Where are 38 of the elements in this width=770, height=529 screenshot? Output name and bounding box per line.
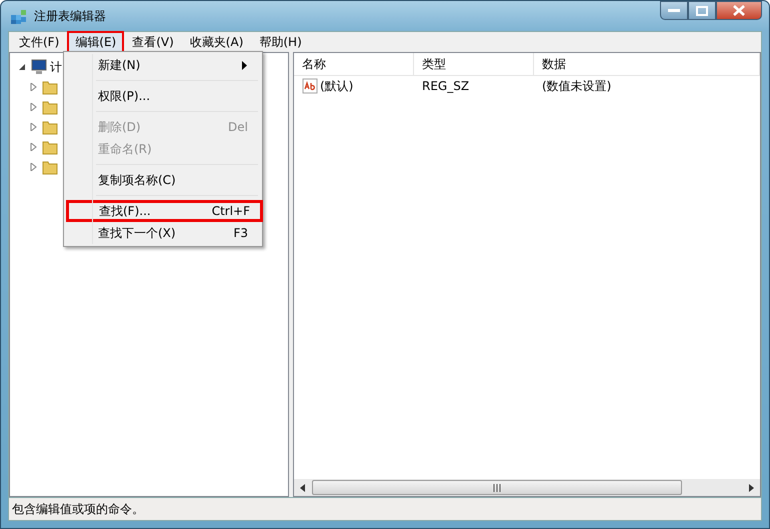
minimize-button[interactable] [660, 1, 688, 20]
minimize-icon [668, 8, 680, 12]
table-cell: (默认) [320, 78, 354, 94]
column-header[interactable]: 数据 [534, 53, 760, 75]
expand-toggle[interactable] [18, 63, 28, 71]
tree-item-label[interactable]: 计 [50, 58, 62, 76]
close-button[interactable] [716, 1, 762, 20]
computer-icon [30, 59, 48, 75]
folder-icon[interactable] [42, 99, 58, 115]
menu-item[interactable]: 新建(N) [66, 54, 260, 76]
menu-bar-item[interactable]: 收藏夹(A) [182, 30, 252, 54]
folder-icon[interactable] [42, 159, 58, 175]
menu-item[interactable]: 查找(F)... Ctrl+F [66, 200, 263, 222]
column-header[interactable]: 类型 [414, 53, 534, 75]
table-cell-text: REG_SZ [421, 79, 470, 93]
status-text: 包含编辑值或项的命令。 [12, 500, 144, 518]
menu-item[interactable]: 复制项名称(C) [66, 169, 260, 191]
column-header[interactable]: 名称 [294, 53, 414, 75]
scroll-right-icon[interactable] [746, 482, 756, 492]
scroll-left-icon[interactable] [298, 482, 308, 492]
folder-icon[interactable] [42, 79, 58, 95]
menu-item[interactable]: 查找下一个(X) F3 [66, 222, 260, 244]
cubes-icon [10, 7, 28, 25]
menu-bar-item[interactable]: 帮助(H) [251, 30, 310, 54]
grip-icon [492, 484, 502, 492]
horizontal-scrollbar[interactable] [294, 479, 760, 496]
maximize-button[interactable] [688, 1, 716, 20]
folder-icon[interactable] [42, 119, 58, 135]
window-title: 注册表编辑器 [34, 8, 106, 24]
menu-bar-item[interactable]: 查看(V) [124, 30, 182, 54]
maximize-icon [696, 6, 708, 16]
table-cell-text: (数值未设置) [541, 78, 612, 94]
close-icon [733, 5, 745, 16]
string-value-icon [302, 78, 318, 94]
menu-bar-item[interactable]: 编辑(E) [67, 30, 124, 54]
menu-item[interactable]: 权限(P)... [66, 85, 260, 107]
menu-bar-item[interactable]: 文件(F) [11, 30, 68, 54]
folder-icon[interactable] [42, 139, 58, 155]
